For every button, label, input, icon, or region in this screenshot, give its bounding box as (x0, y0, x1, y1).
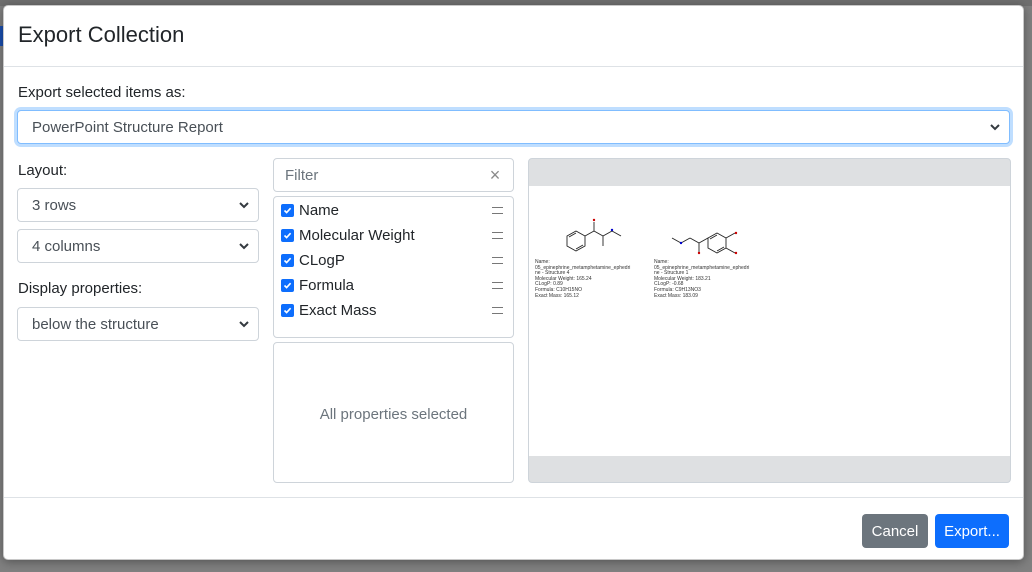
dialog-title: Export Collection (18, 22, 185, 47)
available-properties-list: All properties selected (273, 342, 514, 483)
structure-card: Name: 05_epinephrine_metamphetamine_ephe… (654, 214, 769, 299)
empty-state-text: All properties selected (319, 406, 468, 423)
list-item[interactable]: Name (274, 198, 513, 223)
checkbox-checked-icon[interactable] (281, 304, 294, 317)
display-properties-select[interactable]: below the structure (17, 307, 259, 341)
export-collection-dialog: Export Collection Export selected items … (3, 5, 1024, 560)
display-properties-value: below the structure (32, 315, 159, 333)
property-label: CLogP (299, 252, 345, 269)
property-label: Exact Mass (299, 302, 377, 319)
close-icon[interactable]: × (487, 166, 503, 184)
checkbox-checked-icon[interactable] (281, 254, 294, 267)
molecule-structure-image (671, 231, 738, 255)
structure-card: Name: 05_epinephrine_metamphetamine_ephe… (535, 214, 650, 299)
dialog-footer: Cancel Export... (4, 497, 1023, 560)
export-format-label: Export selected items as: (18, 84, 186, 101)
list-item[interactable]: Exact Mass (274, 298, 513, 323)
columns-select[interactable]: 4 columns (17, 229, 259, 263)
dialog-header: Export Collection (4, 6, 1023, 67)
list-item[interactable]: Molecular Weight (274, 223, 513, 248)
list-item[interactable]: CLogP (274, 248, 513, 273)
drag-handle-icon[interactable] (492, 232, 503, 239)
structure-properties: Name: 05_epinephrine_metamphetamine_ephe… (535, 259, 650, 299)
columns-value: 4 columns (32, 237, 101, 255)
checkbox-checked-icon[interactable] (281, 229, 294, 242)
drag-handle-icon[interactable] (492, 307, 503, 314)
molecule-structure-image (566, 218, 622, 252)
list-item[interactable]: Formula (274, 273, 513, 298)
drag-handle-icon[interactable] (492, 257, 503, 264)
property-label: Formula (299, 277, 355, 294)
chevron-down-icon (239, 321, 249, 328)
checkbox-checked-icon[interactable] (281, 279, 294, 292)
preview-slide: Name: 05_epinephrine_metamphetamine_ephe… (529, 186, 1010, 456)
layout-label: Layout: (18, 162, 68, 179)
structure-properties: Name: 05_epinephrine_metamphetamine_ephe… (654, 259, 769, 299)
checkbox-checked-icon[interactable] (281, 204, 294, 217)
filter-input[interactable] (275, 160, 475, 190)
chevron-down-icon (239, 202, 249, 209)
cancel-button[interactable]: Cancel (862, 514, 928, 548)
report-preview: Name: 05_epinephrine_metamphetamine_ephe… (528, 158, 1011, 483)
property-label: Name (299, 202, 340, 219)
export-format-value: PowerPoint Structure Report (32, 118, 223, 136)
export-format-select[interactable]: PowerPoint Structure Report (17, 110, 1010, 144)
drag-handle-icon[interactable] (492, 282, 503, 289)
rows-select[interactable]: 3 rows (17, 188, 259, 222)
selected-properties-list: Name Molecular Weight CLogP Formula Exac… (273, 196, 514, 338)
card-text-line: Exact Mass: 165.12 (535, 292, 579, 299)
property-filter: × (273, 158, 514, 192)
card-text-line: Exact Mass: 183.09 (654, 292, 698, 299)
chevron-down-icon (990, 124, 1000, 131)
display-properties-label: Display properties: (18, 280, 143, 297)
property-label: Molecular Weight (299, 227, 415, 244)
rows-value: 3 rows (32, 196, 77, 214)
drag-handle-icon[interactable] (492, 207, 503, 214)
export-button[interactable]: Export... (935, 514, 1009, 548)
chevron-down-icon (239, 243, 249, 250)
